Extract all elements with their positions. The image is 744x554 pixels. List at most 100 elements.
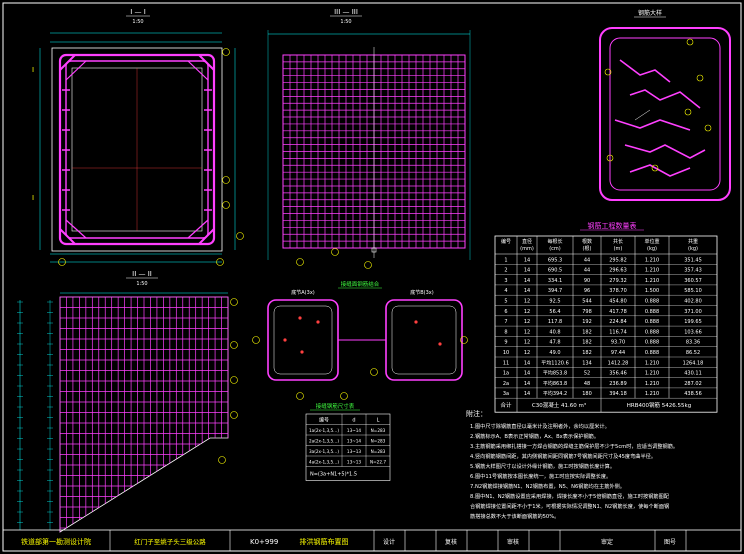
notes: 附注： 1.图中尺寸除钢筋直径以毫米计及注明者外，余均以厘米计。 2.钢筋标示A、…	[466, 409, 678, 520]
table-cell: 1a	[503, 371, 509, 377]
quantity-table[interactable]: 钢筋工程数量表 编号 直径(mm)每根长(cm)根数(根)共长(m)单位重(kg)…	[494, 221, 718, 413]
drawing-name: 排洪钢筋布置图	[300, 537, 349, 546]
small-table-cell: 13~14	[347, 439, 362, 444]
small-table-formula: N=(3a+N1+5)*1.5	[310, 472, 357, 478]
small-table-cell: 2a(2x-1,3,5…)	[309, 439, 339, 444]
table-cell: 14	[524, 257, 530, 263]
section-1-1[interactable]: I — I 1:50 I I	[32, 8, 244, 266]
small-table-cell: 13~13	[347, 460, 362, 465]
title-block[interactable]: 铁道部第一勘测设计院 红门子至姚子头三级公路 K0+999 排洪钢筋布置图 设计…	[2, 529, 742, 552]
section-2-dimensions	[17, 301, 53, 523]
table-cell: 402.80	[684, 299, 702, 305]
table-cell: 平均1120.6	[541, 359, 569, 366]
table-cell: 56.4	[549, 309, 560, 315]
small-table-header: L	[377, 418, 380, 424]
table-cell: 224.84	[609, 319, 627, 325]
table-cell: 44	[584, 268, 590, 274]
table-cell: 192	[582, 319, 592, 325]
section-3-3[interactable]: III — III 1:50	[267, 8, 471, 269]
table-cell: 1.210	[645, 257, 659, 263]
label-review: 审核	[507, 538, 519, 546]
slab-left-label: 底节A(3x)	[291, 289, 315, 296]
table-header-cell: 共长	[613, 238, 623, 245]
table-header-cell: 根数	[582, 238, 592, 245]
section-2-scale: 1:50	[136, 281, 147, 287]
table-cell: 2a	[503, 381, 509, 387]
table-cell: 8	[504, 329, 507, 335]
table-cell: 438.56	[684, 391, 702, 397]
joint-title: 接缝面钢筋结合	[341, 280, 380, 288]
table-cell: 357.43	[684, 268, 702, 274]
joint-detail[interactable]: 接缝面钢筋结合 底节A(3x) 底节B(3x)	[252, 280, 468, 400]
table-cell: 49.0	[549, 350, 560, 356]
table-header-cell: (m)	[614, 246, 623, 252]
table-header-cell: (mm)	[520, 246, 534, 252]
note-line: 4.竖向钢筋钢筋间距，其内侧钢筋间距同钢筋7号钢筋间距尺寸及45度弯曲半径。	[470, 452, 656, 460]
table-cell: 134	[582, 360, 592, 366]
rebar-detail[interactable]: 钢筋大样	[599, 9, 731, 201]
table-cell: 1.210	[645, 268, 659, 274]
label-drawing-no: 图号	[664, 539, 676, 546]
table-cell: 0.888	[645, 319, 659, 325]
table-cell: 182	[582, 340, 592, 346]
section-1-title: I — I	[130, 8, 146, 16]
table-cell: 12	[524, 329, 530, 335]
table-total-concrete: C30混凝土 41.60 m³	[532, 401, 586, 409]
table-cell: 86.52	[686, 350, 700, 356]
section-2-title: II — II	[132, 270, 152, 278]
table-cell: 182	[582, 329, 592, 335]
table-cell: 0.888	[645, 299, 659, 305]
table-cell: 1	[504, 257, 507, 263]
table-cell: 199.65	[684, 319, 702, 325]
table-header-cell: (kg)	[688, 246, 698, 252]
table-cell: 10	[503, 350, 509, 356]
table-cell: 5	[504, 299, 507, 305]
table-cell: 14	[524, 268, 530, 274]
small-table-cell: 13~14	[347, 428, 362, 433]
joint-size-table[interactable]: 接缝钢筋尺寸表 编号 d L 1a(2x-1,3,5…) 13~14 N=283 2a(2x…	[305, 402, 391, 481]
table-cell: 356.46	[609, 371, 627, 377]
table-cell: 12	[524, 340, 530, 346]
table-title: 钢筋工程数量表	[588, 221, 637, 230]
mesh-section-3	[282, 47, 466, 258]
small-table-cell: N=283	[371, 428, 386, 433]
small-table-header: 编号	[319, 417, 329, 424]
small-table-title: 接缝钢筋尺寸表	[316, 402, 355, 410]
table-header-cell: 每根长	[547, 238, 562, 245]
note-line: 6.图中11号钢筋按本图长度统一，施工时应按实际调整长度。	[470, 472, 611, 480]
note-line: 5.钢筋大样图尺寸以设计外缘计钢筋，施工时按钢筋长度计算。	[470, 462, 615, 470]
section-2-2[interactable]: II — II 1:50	[17, 270, 238, 533]
table-cell: 97.44	[611, 350, 625, 356]
small-table-grid: 编号 d L 1a(2x-1,3,5…) 13~14 N=283 2a(2x-1,3,5…)…	[305, 413, 391, 481]
table-cell: 4	[504, 288, 507, 294]
table-cell: 394.7	[548, 288, 562, 294]
note-line: 合钢筋焊接位置间距不小于1米，可根据实际情况调整N1、N2钢筋长度，使每个断面钢	[470, 502, 669, 510]
table-cell: 14	[524, 288, 530, 294]
table-cell: 83.36	[686, 340, 700, 346]
drawing-frame	[2, 2, 742, 552]
table-total-label: 合计	[500, 401, 512, 409]
table-cell: 334.1	[548, 278, 562, 284]
table-cell: 14	[524, 381, 530, 387]
table-cell: 0.888	[645, 329, 659, 335]
slab-right-label: 底节B(3x)	[410, 289, 434, 296]
table-cell: 585.10	[684, 288, 702, 294]
table-cell: 116.74	[609, 329, 627, 335]
note-line: 8.图中N1、N2钢筋设置应采用焊接，焊接长度不小于5倍钢筋直径，施工时按钢筋图…	[470, 492, 670, 500]
table-cell: 14	[524, 391, 530, 397]
table-cell: 360.57	[684, 278, 702, 284]
table-cell: 295.82	[609, 257, 627, 263]
section-3-scale: 1:50	[340, 19, 351, 25]
table-cell: 182	[582, 350, 592, 356]
small-table-cell: 4a(2x-1,3,5…)	[309, 460, 339, 465]
note-line: 筋搭接总数不大于该断面钢筋的50%。	[470, 512, 559, 520]
table-header-cell: 直径	[522, 238, 532, 245]
table-cell: 0.888	[645, 350, 659, 356]
svg-text:I: I	[32, 66, 34, 74]
table-cell: 371.00	[684, 309, 702, 315]
table-header-cell: 共重	[688, 238, 698, 245]
table-cell: 14	[524, 360, 530, 366]
table-header-cell: 单位重	[644, 238, 659, 245]
table-cell: 12	[524, 309, 530, 315]
notes-title: 附注：	[466, 409, 487, 418]
